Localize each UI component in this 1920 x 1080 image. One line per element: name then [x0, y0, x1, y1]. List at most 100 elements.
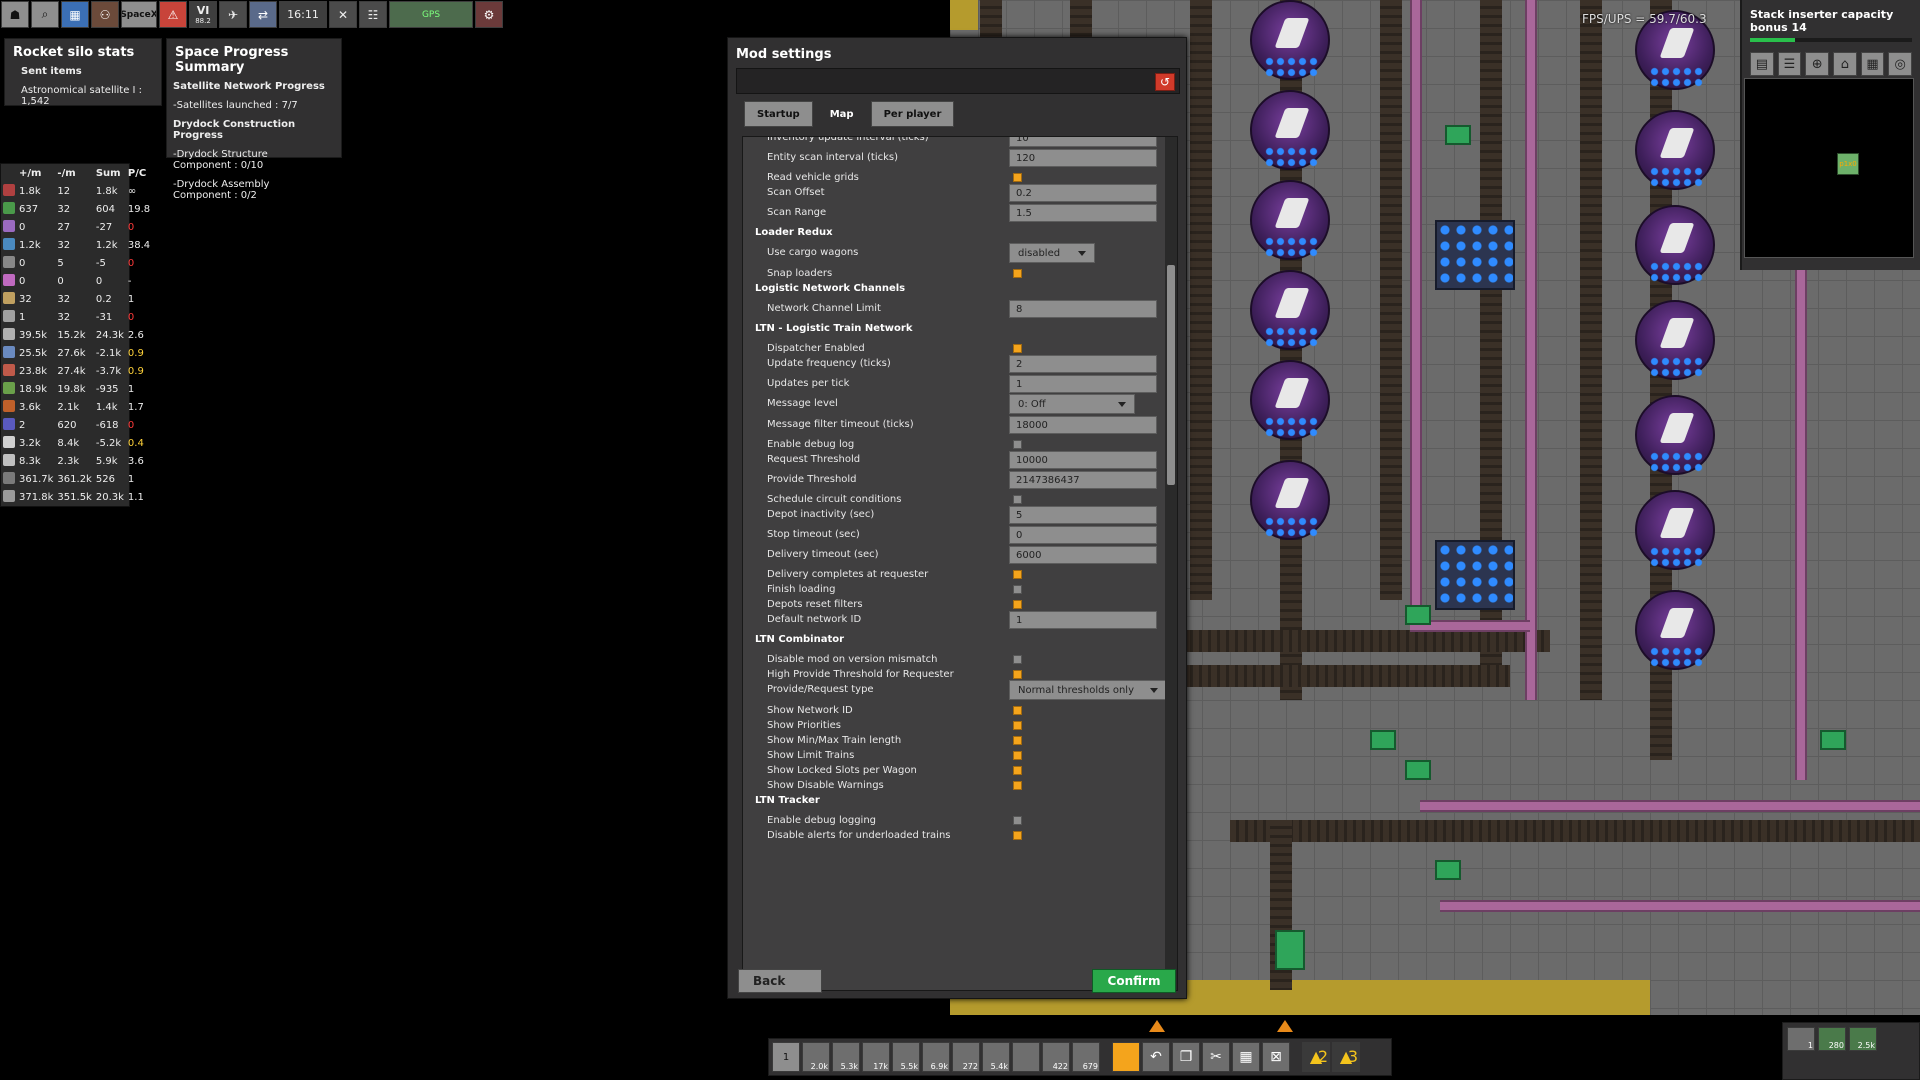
- setting-input[interactable]: 10000: [1009, 451, 1157, 469]
- setting-checkbox[interactable]: [1013, 173, 1022, 182]
- assembler[interactable]: [1250, 0, 1330, 80]
- undo-icon[interactable]: ↶: [1142, 1042, 1170, 1072]
- quickbar-slot[interactable]: 2.0k: [802, 1042, 830, 1072]
- setting-input[interactable]: 6000: [1009, 546, 1157, 564]
- setting-input[interactable]: 1: [1009, 375, 1157, 393]
- warning-icon[interactable]: ▲ 2: [1302, 1042, 1330, 1072]
- setting-checkbox[interactable]: [1013, 736, 1022, 745]
- setting-checkbox[interactable]: [1013, 751, 1022, 760]
- logistics-icon[interactable]: ⌂: [1833, 52, 1857, 76]
- blueprint-icon[interactable]: ▦: [61, 1, 89, 28]
- assembler[interactable]: [1250, 180, 1330, 260]
- setting-input[interactable]: 1: [1009, 611, 1157, 629]
- setting-checkbox[interactable]: [1013, 600, 1022, 609]
- copy-icon[interactable]: ❐: [1172, 1042, 1200, 1072]
- setting-checkbox[interactable]: [1013, 344, 1022, 353]
- assembler[interactable]: [1635, 490, 1715, 570]
- logistics-network-icon[interactable]: ⚇: [91, 1, 119, 28]
- setting-input[interactable]: 0: [1009, 526, 1157, 544]
- setting-dropdown[interactable]: disabled: [1009, 243, 1095, 263]
- tab-per-player[interactable]: Per player: [870, 101, 955, 127]
- setting-input[interactable]: 8: [1009, 300, 1157, 318]
- setting-dropdown[interactable]: 0: Off: [1009, 394, 1135, 414]
- tab-startup[interactable]: Startup: [744, 101, 813, 127]
- inventory-icon[interactable]: ⚙: [475, 1, 503, 28]
- setting-checkbox[interactable]: [1013, 655, 1022, 664]
- quickbar-slot[interactable]: 5.3k: [832, 1042, 860, 1072]
- setting-input[interactable]: 10: [1009, 137, 1157, 147]
- loader[interactable]: [1370, 730, 1396, 750]
- train-schedule-icon[interactable]: ⇄: [249, 1, 277, 28]
- quickbar-slot[interactable]: 422: [1042, 1042, 1070, 1072]
- scrollbar-thumb[interactable]: [1167, 265, 1175, 485]
- blueprint-tool-icon[interactable]: ▦: [1232, 1042, 1260, 1072]
- setting-checkbox[interactable]: [1013, 495, 1022, 504]
- quickbar-slot[interactable]: 5.4k: [982, 1042, 1010, 1072]
- warning-icon[interactable]: ▲ 3: [1332, 1042, 1360, 1072]
- assembler[interactable]: [1635, 300, 1715, 380]
- setting-input[interactable]: 2147386437: [1009, 471, 1157, 489]
- assembler[interactable]: [1250, 90, 1330, 170]
- setting-checkbox[interactable]: [1013, 766, 1022, 775]
- deconstruct-icon[interactable]: ✕: [329, 1, 357, 28]
- storage-chest[interactable]: [1435, 540, 1515, 610]
- assembler[interactable]: [1635, 205, 1715, 285]
- setting-checkbox[interactable]: [1013, 721, 1022, 730]
- settings-search-bar[interactable]: ↺: [736, 68, 1180, 94]
- version-button[interactable]: VI 88.2: [189, 1, 217, 28]
- spacex-button[interactable]: SpaceX: [121, 1, 157, 28]
- setting-input[interactable]: 0.2: [1009, 184, 1157, 202]
- map-tool-icon[interactable]: [1112, 1042, 1140, 1072]
- setting-checkbox[interactable]: [1013, 706, 1022, 715]
- list-icon[interactable]: ☰: [1777, 52, 1802, 76]
- loader[interactable]: [1445, 125, 1471, 145]
- setting-checkbox[interactable]: [1013, 585, 1022, 594]
- minimap[interactable]: p1x0: [1744, 78, 1914, 258]
- tab-map[interactable]: Map: [816, 101, 867, 127]
- assembler[interactable]: [1250, 360, 1330, 440]
- setting-checkbox[interactable]: [1013, 670, 1022, 679]
- quickbar-slot[interactable]: [1012, 1042, 1040, 1072]
- assembler[interactable]: [1635, 590, 1715, 670]
- scrollbar[interactable]: [1165, 137, 1177, 990]
- radar-icon[interactable]: ◎: [1888, 52, 1913, 76]
- loader[interactable]: [1405, 760, 1431, 780]
- setting-input[interactable]: 1.5: [1009, 204, 1157, 222]
- assembler[interactable]: [1250, 460, 1330, 540]
- setting-input[interactable]: 18000: [1009, 416, 1157, 434]
- settings-scroll-pane[interactable]: Inventory update interval (ticks) 10 Entit…: [742, 136, 1178, 991]
- weapon-slot[interactable]: 280: [1818, 1027, 1846, 1051]
- train-icon[interactable]: ▦: [1860, 52, 1885, 76]
- zoom-icon[interactable]: ⊕: [1805, 52, 1830, 76]
- armor-slot[interactable]: 1: [1787, 1027, 1815, 1051]
- assembler[interactable]: [1635, 110, 1715, 190]
- assembler[interactable]: [1250, 270, 1330, 350]
- quickbar-slot[interactable]: 679: [1072, 1042, 1100, 1072]
- setting-dropdown[interactable]: Normal thresholds only: [1009, 680, 1167, 700]
- back-button[interactable]: Back: [738, 969, 822, 993]
- gps-button[interactable]: GPS: [389, 1, 473, 28]
- cut-icon[interactable]: ✂: [1202, 1042, 1230, 1072]
- quickbar-slot[interactable]: 17k: [862, 1042, 890, 1072]
- loader[interactable]: [1820, 730, 1846, 750]
- quickbar-slot[interactable]: 5.5k: [892, 1042, 920, 1072]
- setting-input[interactable]: 120: [1009, 149, 1157, 167]
- rocket-icon[interactable]: ✈: [219, 1, 247, 28]
- setting-checkbox[interactable]: [1013, 831, 1022, 840]
- setting-checkbox[interactable]: [1013, 570, 1022, 579]
- search-icon[interactable]: ⌕: [31, 1, 59, 28]
- setting-input[interactable]: 5: [1009, 506, 1157, 524]
- setting-input[interactable]: 2: [1009, 355, 1157, 373]
- character-icon[interactable]: ☗: [1, 1, 29, 28]
- storage-chest[interactable]: [1435, 220, 1515, 290]
- confirm-button[interactable]: Confirm: [1092, 969, 1176, 993]
- minimap-marker[interactable]: p1x0: [1837, 153, 1859, 175]
- loader[interactable]: [1435, 860, 1461, 880]
- setting-checkbox[interactable]: [1013, 816, 1022, 825]
- setting-checkbox[interactable]: [1013, 440, 1022, 449]
- setting-checkbox[interactable]: [1013, 781, 1022, 790]
- quickbar-slot[interactable]: 272: [952, 1042, 980, 1072]
- tag-icon[interactable]: ▤: [1750, 52, 1774, 76]
- deconstruct-tool-icon[interactable]: ⊠: [1262, 1042, 1290, 1072]
- quickbar-slot[interactable]: 6.9k: [922, 1042, 950, 1072]
